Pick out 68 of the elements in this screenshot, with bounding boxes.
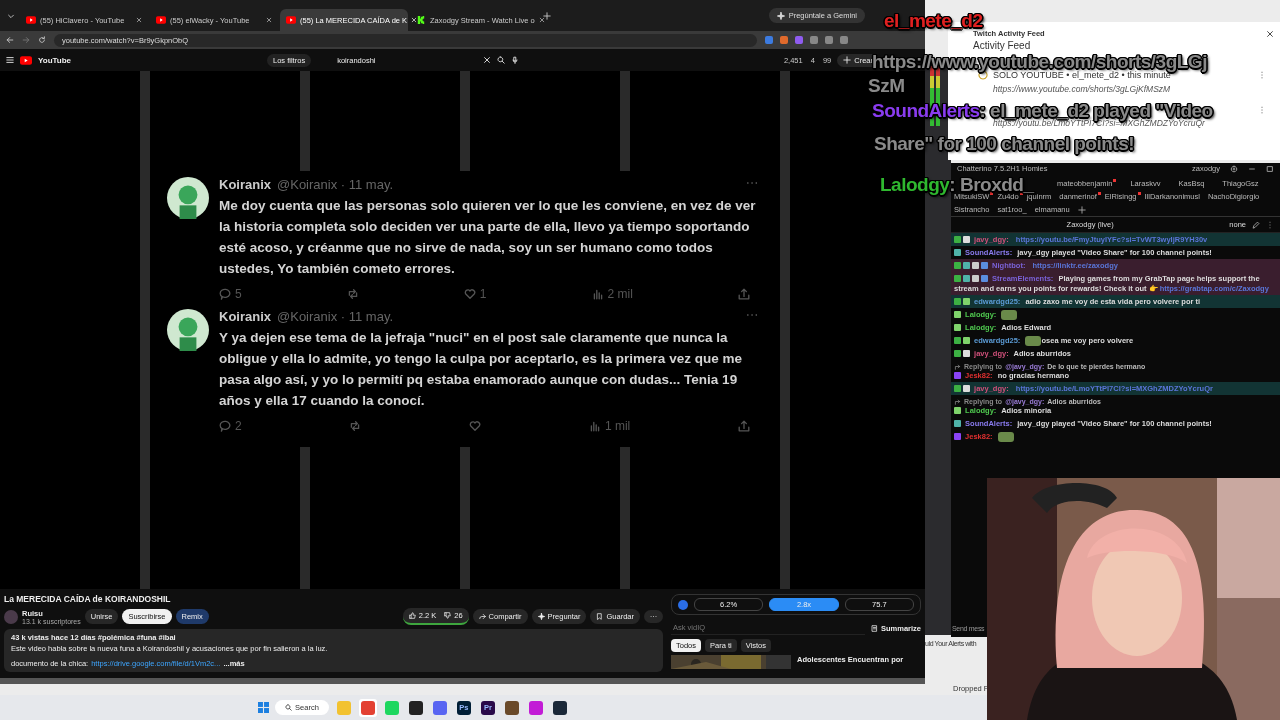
emote-icon	[997, 431, 1014, 442]
alert-text: Lalodgy: Broxdd_	[880, 175, 1034, 194]
play-logo-icon	[26, 16, 36, 24]
share-icon	[737, 420, 750, 432]
author-name: Koiranix	[219, 177, 271, 192]
edit-icon[interactable]	[1252, 220, 1260, 229]
share-icon	[737, 288, 750, 300]
clear-icon[interactable]	[483, 56, 492, 64]
play-logo-icon[interactable]	[20, 55, 32, 65]
play-logo-icon	[286, 16, 296, 24]
more-icon	[650, 613, 657, 620]
heart-icon	[463, 288, 476, 300]
sparkle-icon	[537, 613, 545, 620]
reply-icon	[954, 362, 961, 370]
view-count: 1 mil	[604, 419, 631, 433]
add-tab-icon[interactable]	[1077, 205, 1086, 214]
like-count: 1	[479, 287, 487, 301]
start-icon[interactable]	[258, 702, 270, 713]
maximize-icon[interactable]	[1266, 164, 1274, 173]
reply-count: 5	[235, 287, 242, 301]
share-icon	[478, 613, 486, 620]
plus-icon	[843, 56, 852, 64]
comment-icon	[219, 420, 231, 432]
taskbar-app[interactable]	[502, 698, 521, 717]
author-name: Koiranix	[219, 309, 271, 324]
alert-text: SzM	[868, 76, 905, 95]
emote-icon	[1025, 335, 1042, 346]
video-title: La MERECIDA CAÍDA de KOIRANDOSHIL	[4, 594, 172, 604]
microphone-icon[interactable]	[511, 56, 520, 64]
emote-icon	[1001, 309, 1018, 320]
close-icon[interactable]	[1266, 30, 1274, 38]
thumbs-up-icon	[408, 612, 416, 619]
avatar-icon	[167, 309, 209, 351]
sparkle-icon	[776, 11, 785, 20]
search-icon[interactable]	[497, 56, 506, 64]
document-icon	[870, 624, 878, 632]
search-icon	[285, 704, 293, 711]
feed-item-title: SOLO YOUTUBE • el_mete_d2 • this minute	[993, 70, 1171, 80]
views-icon	[591, 288, 604, 300]
new-tab-icon[interactable]	[543, 11, 551, 20]
reply-count: 2	[235, 419, 242, 433]
vidiq-logo-icon	[678, 599, 688, 610]
view-count: 2 mil	[607, 287, 633, 301]
repost-icon	[349, 420, 362, 432]
taskbar-app[interactable]	[550, 698, 569, 717]
bookmark-icon	[596, 613, 604, 620]
back-icon[interactable]	[6, 36, 14, 44]
logo-text: YouTube	[38, 55, 72, 65]
taskbar-app[interactable]	[406, 698, 425, 717]
reload-icon[interactable]	[38, 36, 46, 44]
author-handle: @Koiranix · 11 may.	[277, 177, 394, 192]
thumbs-down-icon	[444, 612, 452, 619]
play-logo-icon	[156, 16, 166, 24]
description-box[interactable]	[4, 629, 663, 672]
reply-icon	[954, 397, 961, 405]
repost-icon	[346, 288, 359, 300]
feed-heading: Activity Feed	[973, 40, 1031, 51]
avatar-icon	[167, 177, 209, 219]
extension-icons-drawing[interactable]	[765, 36, 849, 44]
author-handle: @Koiranix · 11 may.	[277, 309, 394, 324]
heart-icon	[469, 420, 482, 432]
menu-icon[interactable]	[6, 56, 14, 64]
comment-icon	[219, 288, 231, 300]
k-logo-icon	[416, 16, 426, 24]
tweet-text: Me doy cuenta que las personas solo quieren ver lo que les conviene, en vez de ver la historia completa solo deciden ver una parte de ella, llevo ya tiempo soportando esté acoso, y créanme que no sirve de nada, soy un ser humano como todos ustedes, Yo también cometo errores.	[219, 197, 757, 278]
settings-icon[interactable]	[1230, 164, 1238, 173]
views-icon	[588, 420, 601, 432]
tweet-text: Y ya dejen ese tema de la jefraja "nuci" en el post sale claramente que nunca la obligue y ella lo admite, yo tengo la culpa por aceptarlo, es la primera vez que me pasa algo así, y yo lo permití pq estaba enamorado aunque con dudas... Tenia 19 años y ella 17 cuando la conocí.	[219, 329, 743, 410]
